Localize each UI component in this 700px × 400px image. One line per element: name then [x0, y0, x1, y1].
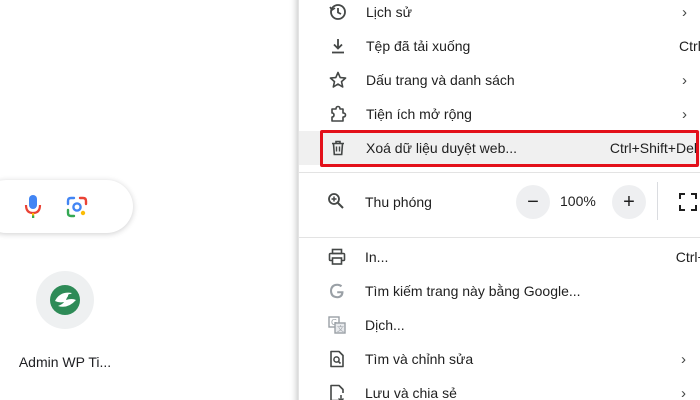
menu-item-label: In...	[365, 249, 389, 265]
star-icon	[328, 70, 348, 90]
menu-item-label: Lưu và chia sẻ	[365, 385, 457, 400]
menu-item-label: Tiện ích mở rộng	[366, 106, 472, 122]
shortcut-text: Ctrl+J	[679, 38, 700, 54]
history-icon	[328, 2, 348, 22]
chevron-right-icon: ›	[682, 3, 687, 21]
shortcut-tile-icon[interactable]	[36, 271, 94, 329]
find-page-icon	[327, 349, 347, 369]
chevron-right-icon: ›	[682, 71, 687, 89]
microphone-icon[interactable]	[24, 194, 42, 220]
site-favicon-icon	[50, 285, 80, 315]
menu-item-label: Dấu trang và danh sách	[366, 72, 515, 88]
shortcut-text: Ctrl+Shift+Del	[609, 140, 697, 156]
zoom-label: Thu phóng	[365, 194, 432, 210]
search-box[interactable]	[0, 180, 133, 233]
menu-item-find-and-edit[interactable]: Tìm và chỉnh sửa ›	[298, 342, 700, 376]
chevron-right-icon: ›	[682, 105, 687, 123]
menu-item-label: Xoá dữ liệu duyệt web...	[366, 140, 518, 156]
menu-item-downloads[interactable]: Tệp đã tải xuống Ctrl+J	[299, 29, 700, 63]
vertical-divider	[657, 182, 658, 220]
google-lens-icon[interactable]	[66, 196, 88, 218]
print-icon	[327, 247, 347, 267]
svg-text:文: 文	[337, 324, 344, 333]
menu-item-history[interactable]: Lịch sử ›	[299, 0, 700, 29]
fullscreen-icon[interactable]	[679, 193, 697, 211]
zoom-row: Thu phóng − 100% +	[298, 182, 700, 220]
zoom-in-button[interactable]: +	[612, 185, 646, 219]
menu-divider	[298, 172, 700, 173]
menu-item-print[interactable]: In... Ctrl+P	[298, 240, 700, 274]
menu-item-clear-browsing-data[interactable]: Xoá dữ liệu duyệt web... Ctrl+Shift+Del	[299, 131, 700, 165]
chevron-right-icon: ›	[681, 384, 686, 400]
menu-item-label: Tìm kiếm trang này bằng Google...	[365, 283, 581, 299]
google-icon	[327, 281, 347, 301]
chevron-right-icon: ›	[681, 350, 686, 368]
shortcut-text: Ctrl+P	[675, 249, 700, 265]
zoom-level: 100%	[560, 193, 596, 209]
shortcut-label[interactable]: Admin WP Ti...	[0, 354, 130, 370]
menu-item-translate[interactable]: G文 Dịch...	[298, 308, 700, 342]
chrome-menu-lower: In... Ctrl+P Tìm kiếm trang này bằng Goo…	[298, 240, 700, 400]
menu-item-search-with-google[interactable]: Tìm kiếm trang này bằng Google...	[298, 274, 700, 308]
translate-icon: G文	[327, 315, 347, 335]
trash-icon	[328, 138, 348, 158]
download-icon	[328, 36, 348, 56]
zoom-out-button[interactable]: −	[516, 185, 550, 219]
menu-item-extensions[interactable]: Tiện ích mở rộng ›	[299, 97, 700, 131]
menu-divider	[298, 237, 700, 238]
menu-item-label: Tìm và chỉnh sửa	[365, 351, 474, 367]
menu-item-label: Tệp đã tải xuống	[366, 38, 471, 54]
puzzle-icon	[328, 104, 348, 124]
zoom-icon	[327, 192, 347, 212]
menu-item-label: Lịch sử	[366, 4, 412, 20]
menu-item-label: Dịch...	[365, 317, 405, 333]
menu-item-bookmarks[interactable]: Dấu trang và danh sách ›	[299, 63, 700, 97]
save-share-icon	[327, 383, 347, 400]
menu-item-save-and-share[interactable]: Lưu và chia sẻ ›	[298, 376, 700, 400]
